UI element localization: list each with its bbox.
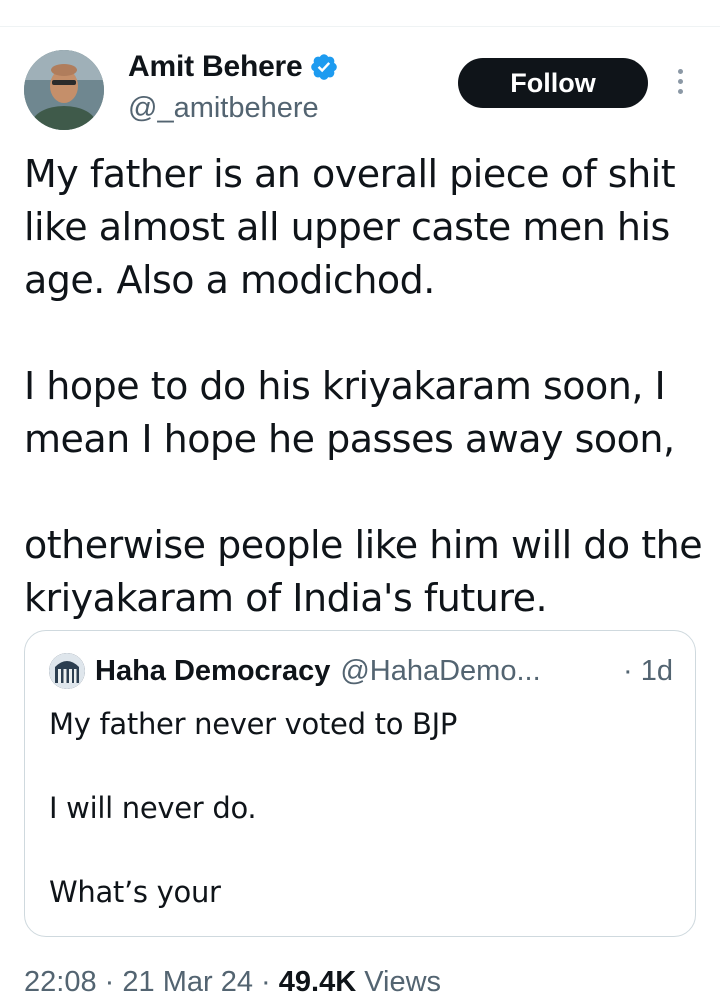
tweet-date[interactable]: 21 Mar 24	[122, 966, 253, 998]
author-name-row: Amit Behere	[128, 50, 339, 84]
follow-button[interactable]: Follow	[458, 58, 648, 108]
verified-badge-icon	[310, 54, 337, 80]
views-label: Views	[364, 966, 442, 998]
tweet-meta: 22:08 · 21 Mar 24 · 49.4K Views	[24, 966, 441, 999]
quoted-author-name: Haha Democracy	[95, 654, 331, 687]
author-name[interactable]: Amit Behere	[128, 50, 303, 84]
quoted-tweet-header: Haha Democracy @HahaDemo... · 1d	[49, 653, 679, 689]
top-divider	[0, 26, 720, 27]
meta-separator: ·	[261, 966, 271, 998]
quoted-tweet[interactable]: Haha Democracy @HahaDemo... · 1d My fath…	[24, 630, 696, 937]
quoted-tweet-time: · 1d	[623, 654, 673, 687]
tweet-time[interactable]: 22:08	[24, 966, 97, 998]
views-count: 49.4K	[278, 966, 357, 998]
quoted-tweet-text: My father never voted to BJP I will neve…	[49, 707, 458, 909]
author-handle[interactable]: @_amitbehere	[128, 92, 319, 125]
more-options-icon[interactable]	[672, 66, 688, 100]
tweet-text: My father is an overall piece of shit li…	[24, 152, 703, 620]
meta-separator: ·	[104, 966, 115, 998]
quoted-author-avatar	[49, 653, 85, 689]
quoted-author-handle: @HahaDemo...	[340, 654, 541, 687]
author-avatar[interactable]	[24, 50, 104, 130]
tweet-header: Amit Behere @_amitbehere Follow	[24, 48, 696, 138]
